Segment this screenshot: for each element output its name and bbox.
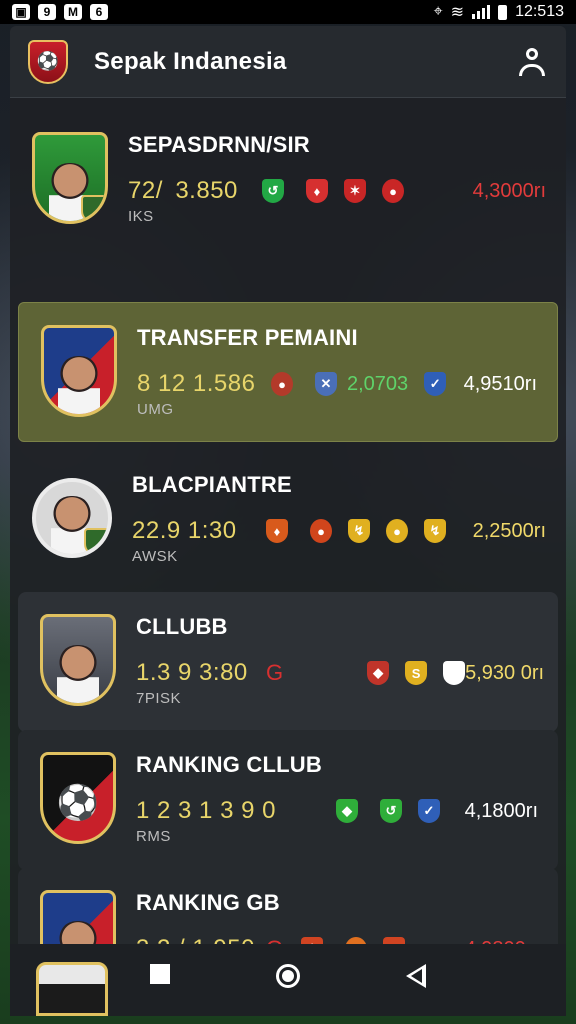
card-title: SEPASDRNN/SIR <box>128 132 310 157</box>
club-crest-icon: ✕ <box>315 372 337 396</box>
card-trail: G <box>266 660 284 685</box>
notification-icon: ▣ <box>12 4 30 20</box>
card-info: TRANSFER PEMAINI 8 12 1.586 ● ✕ 2,0703 ✓ 4,951… <box>137 325 557 418</box>
battery-icon <box>498 4 508 20</box>
card-title: TRANSFER PEMAINI <box>137 325 358 350</box>
club-crest-icon <box>81 195 105 221</box>
club-crest-icon: ✦ <box>443 661 466 685</box>
club-card[interactable]: BLACPIANTRE 22.9 1:30 ♦ ● ↯ ● ↯ 2,2500rı AWSK <box>10 454 566 594</box>
card-title: CLLUBB <box>136 614 228 639</box>
club-icons: ● ✕ 2,0703 ✓ 4,9510rı <box>267 372 557 396</box>
club-crest-icon: ◆ <box>336 799 358 823</box>
notification-icon: M <box>64 4 82 20</box>
notification-icon: 6 <box>90 4 108 20</box>
location-icon: ⌖ <box>433 3 443 20</box>
card-amount: 4,3000rı <box>472 179 546 202</box>
club-card[interactable]: CLLUBB 1.3 9 3:80 G ◆ S ✦ 5,930 0rı 7PISK <box>18 592 558 732</box>
card-score: 1.3 9 3:80 <box>136 659 248 686</box>
system-nav-bar <box>10 944 566 1016</box>
page-title: Sepak Indanesia <box>94 47 287 75</box>
club-crest-icon: ♦ <box>306 179 328 203</box>
notification-icons: ▣ 9 M 6 <box>12 4 108 20</box>
card-score: 72/ 3.850 <box>128 177 238 204</box>
player-avatar <box>41 325 117 417</box>
card-subtitle: UMG <box>137 401 174 418</box>
card-info: CLLUBB 1.3 9 3:80 G ◆ S ✦ 5,930 0rı 7PISK <box>136 614 564 707</box>
card-info: BLACPIANTRE 22.9 1:30 ♦ ● ↯ ● ↯ 2,2500rı AWSK <box>132 472 566 565</box>
club-crest-icon: ● <box>382 179 404 203</box>
card-amount: 4,9510rı <box>463 372 537 395</box>
app-header: ⚽ Sepak Indanesia <box>10 26 566 98</box>
card-subtitle: AWSK <box>132 548 178 565</box>
card-title: BLACPIANTRE <box>132 472 292 497</box>
club-card[interactable]: SEPASDRNN/SIR 72/ 3.850 ↺ ♦ ✶ ● 4,3000rı IKS <box>10 114 566 234</box>
card-stats-row: 8 12 1.586 ● ✕ 2,0703 ✓ 4,9510rı <box>137 369 557 399</box>
player-photo <box>58 356 100 414</box>
card-amount: 5,930 0rı <box>465 661 545 684</box>
app-window: ⚽ Sepak Indanesia SEPASDRNN/SIR 72/ 3.850… <box>10 26 566 1016</box>
signal-icon <box>472 5 491 19</box>
card-score: 22.9 1:30 <box>132 517 237 544</box>
player-avatar <box>32 478 112 558</box>
card-info: SEPASDRNN/SIR 72/ 3.850 ↺ ♦ ✶ ● 4,3000rı IKS <box>128 132 566 225</box>
card-title: RANKING GB <box>136 890 280 915</box>
user-icon[interactable] <box>516 46 548 78</box>
club-crest-icon: ✶ <box>344 179 366 203</box>
card-title: RANKING CLLUB <box>136 752 322 777</box>
square-icon[interactable] <box>150 964 170 984</box>
club-card[interactable]: TRANSFER PEMAINI 8 12 1.586 ● ✕ 2,0703 ✓ 4,951… <box>18 302 558 442</box>
card-subtitle: 7PISK <box>136 690 182 707</box>
club-crest-icon: S <box>405 661 428 685</box>
card-stat: 2,0703 <box>347 372 409 395</box>
club-crest-icon[interactable]: ⚽ <box>28 39 68 84</box>
card-amount: 2,2500rı <box>472 519 546 542</box>
player-avatar <box>32 132 108 224</box>
club-icons: ↺ ♦ ✶ ● 4,3000rı <box>258 179 566 203</box>
club-icons: ♦ ● ↯ ● ↯ 2,2500rı <box>262 519 566 543</box>
club-crest-icon: ↯ <box>348 519 370 543</box>
home-icon[interactable] <box>276 964 300 988</box>
status-bar: ▣ 9 M 6 ⌖ ≋ 12:513 <box>0 0 576 24</box>
club-crest-icon: ↯ <box>424 519 446 543</box>
back-icon[interactable] <box>406 964 426 988</box>
wifi-icon: ≋ <box>450 4 465 21</box>
player-photo <box>57 645 99 703</box>
card-subtitle: RMS <box>136 828 171 845</box>
club-crest-icon: ● <box>271 372 293 396</box>
player-avatar: ⚽ <box>40 752 116 844</box>
status-time: 12:513 <box>515 3 564 20</box>
card-score: 8 12 1.586 <box>137 370 256 397</box>
card-stats-row: 22.9 1:30 ♦ ● ↯ ● ↯ 2,2500rı <box>132 516 566 546</box>
card-stats-row: 1 2 3 1 3 9 0 ◆ ↺ ✓ 4,1800rı <box>136 796 558 826</box>
club-icons: ◆ ↺ ✓ 4,1800rı <box>266 799 558 823</box>
club-crest-icon: ⚽ <box>56 784 100 822</box>
club-crest-icon: ● <box>386 519 408 543</box>
notification-icon: 9 <box>38 4 56 20</box>
club-crest-icon <box>84 528 108 554</box>
club-crest-icon: ♦ <box>266 519 288 543</box>
card-stats-row: 72/ 3.850 ↺ ♦ ✶ ● 4,3000rı <box>128 176 566 206</box>
club-icons: G ◆ S ✦ 5,930 0rı <box>266 660 564 686</box>
player-avatar <box>40 614 116 706</box>
card-stats-row: 1.3 9 3:80 G ◆ S ✦ 5,930 0rı <box>136 658 564 688</box>
card-subtitle: IKS <box>128 208 154 225</box>
club-crest-icon[interactable] <box>36 962 108 1016</box>
club-crest-icon: ◆ <box>367 661 390 685</box>
club-crest-icon: ✓ <box>424 372 447 396</box>
card-amount: 4,1800rı <box>464 799 538 822</box>
club-crest-icon: ↺ <box>380 799 402 823</box>
card-score: 1 2 3 1 3 9 0 <box>136 797 276 824</box>
club-crest-icon: ● <box>310 519 332 543</box>
card-info: RANKING CLLUB 1 2 3 1 3 9 0 ◆ ↺ ✓ 4,1800rı RMS <box>136 752 558 845</box>
club-card[interactable]: ⚽ RANKING CLLUB 1 2 3 1 3 9 0 ◆ ↺ ✓ 4,1800rı RM… <box>18 730 558 870</box>
club-crest-icon: ✓ <box>418 799 440 823</box>
shield-icon: ↺ <box>262 179 284 203</box>
